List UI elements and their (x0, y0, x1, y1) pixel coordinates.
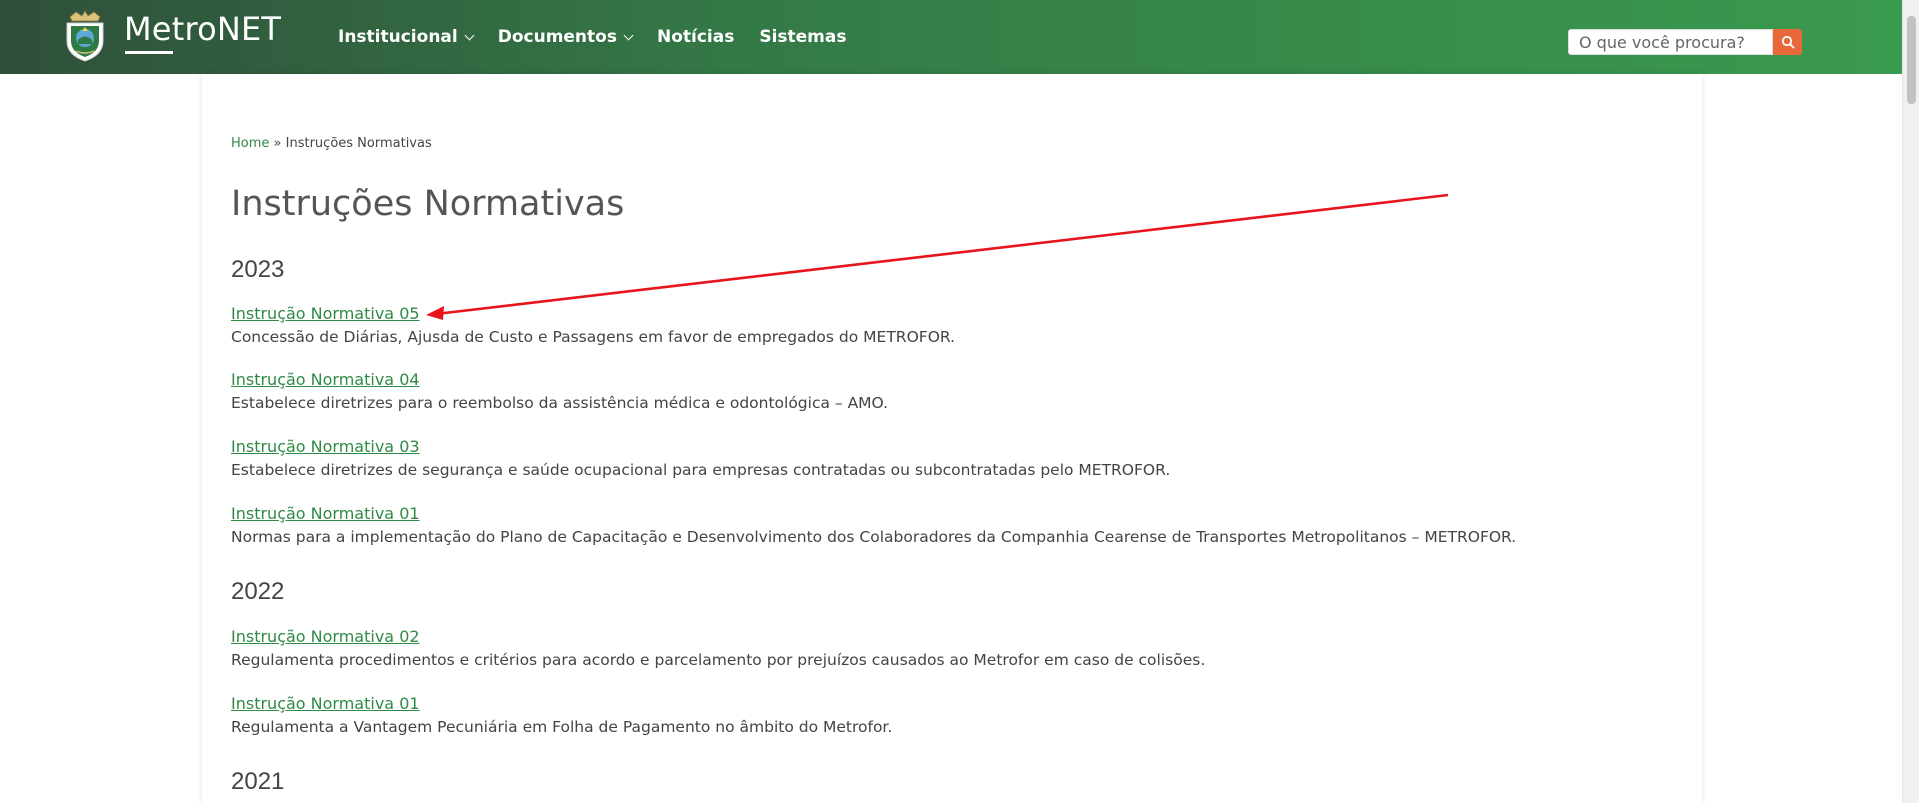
doc-description: Regulamenta procedimentos e critérios pa… (231, 651, 1206, 669)
doc-description: Concessão de Diárias, Ajusda de Custo e … (231, 328, 956, 346)
doc-description: Normas para a implementação do Plano de … (231, 528, 1517, 546)
year-heading-2022: 2022 (231, 578, 285, 605)
nav-item-sistemas[interactable]: Sistemas (759, 27, 846, 47)
chevron-down-icon (623, 30, 634, 41)
breadcrumb-current: Instruções Normativas (285, 136, 432, 151)
nav-item-label: Sistemas (759, 27, 847, 47)
doc-description: Regulamenta a Vantagem Pecuniária em Fol… (231, 718, 893, 736)
doc-link[interactable]: Instrução Normativa 03 (231, 437, 420, 456)
search-icon (1781, 35, 1794, 49)
header-bar: MetroNET Institucional Documentos Notíci… (0, 0, 1902, 74)
breadcrumb-separator: » (273, 136, 282, 151)
nav-item-label: Documentos (497, 27, 617, 47)
doc-link[interactable]: Instrução Normativa 04 (231, 370, 420, 389)
page-title: Instruções Normativas (231, 184, 625, 224)
doc-link[interactable]: Instrução Normativa 02 (231, 627, 420, 646)
ceara-coat-of-arms-logo[interactable] (62, 9, 108, 63)
brand-name[interactable]: MetroNET (124, 10, 281, 48)
nav-item-label: Notícias (656, 27, 735, 47)
main-content: Home » Instruções Normativas Instruções … (202, 74, 1702, 803)
doc-description: Estabelece diretrizes de segurança e saú… (231, 461, 1171, 479)
year-heading-2021: 2021 (231, 768, 285, 795)
scrollbar-thumb[interactable] (1907, 16, 1916, 104)
nav-item-label: Institucional (338, 27, 458, 47)
nav-item-institucional[interactable]: Institucional (338, 27, 475, 47)
brand-underline (125, 51, 173, 54)
breadcrumb-home-link[interactable]: Home (231, 136, 269, 151)
chevron-down-icon (464, 30, 475, 41)
search-input[interactable] (1568, 29, 1773, 55)
doc-link[interactable]: Instrução Normativa 01 (231, 504, 420, 523)
doc-link[interactable]: Instrução Normativa 05 (231, 304, 420, 323)
vertical-scrollbar[interactable] (1902, 0, 1919, 803)
doc-link[interactable]: Instrução Normativa 01 (231, 694, 420, 713)
nav-item-noticias[interactable]: Notícias (657, 27, 734, 47)
breadcrumb: Home » Instruções Normativas (231, 136, 432, 151)
search-box (1568, 29, 1802, 55)
search-button[interactable] (1773, 29, 1802, 55)
year-heading-2023: 2023 (231, 256, 285, 283)
nav-item-documentos[interactable]: Documentos (497, 27, 634, 47)
main-nav: Institucional Documentos Notícias Sistem… (338, 27, 871, 47)
doc-description: Estabelece diretrizes para o reembolso d… (231, 394, 889, 412)
